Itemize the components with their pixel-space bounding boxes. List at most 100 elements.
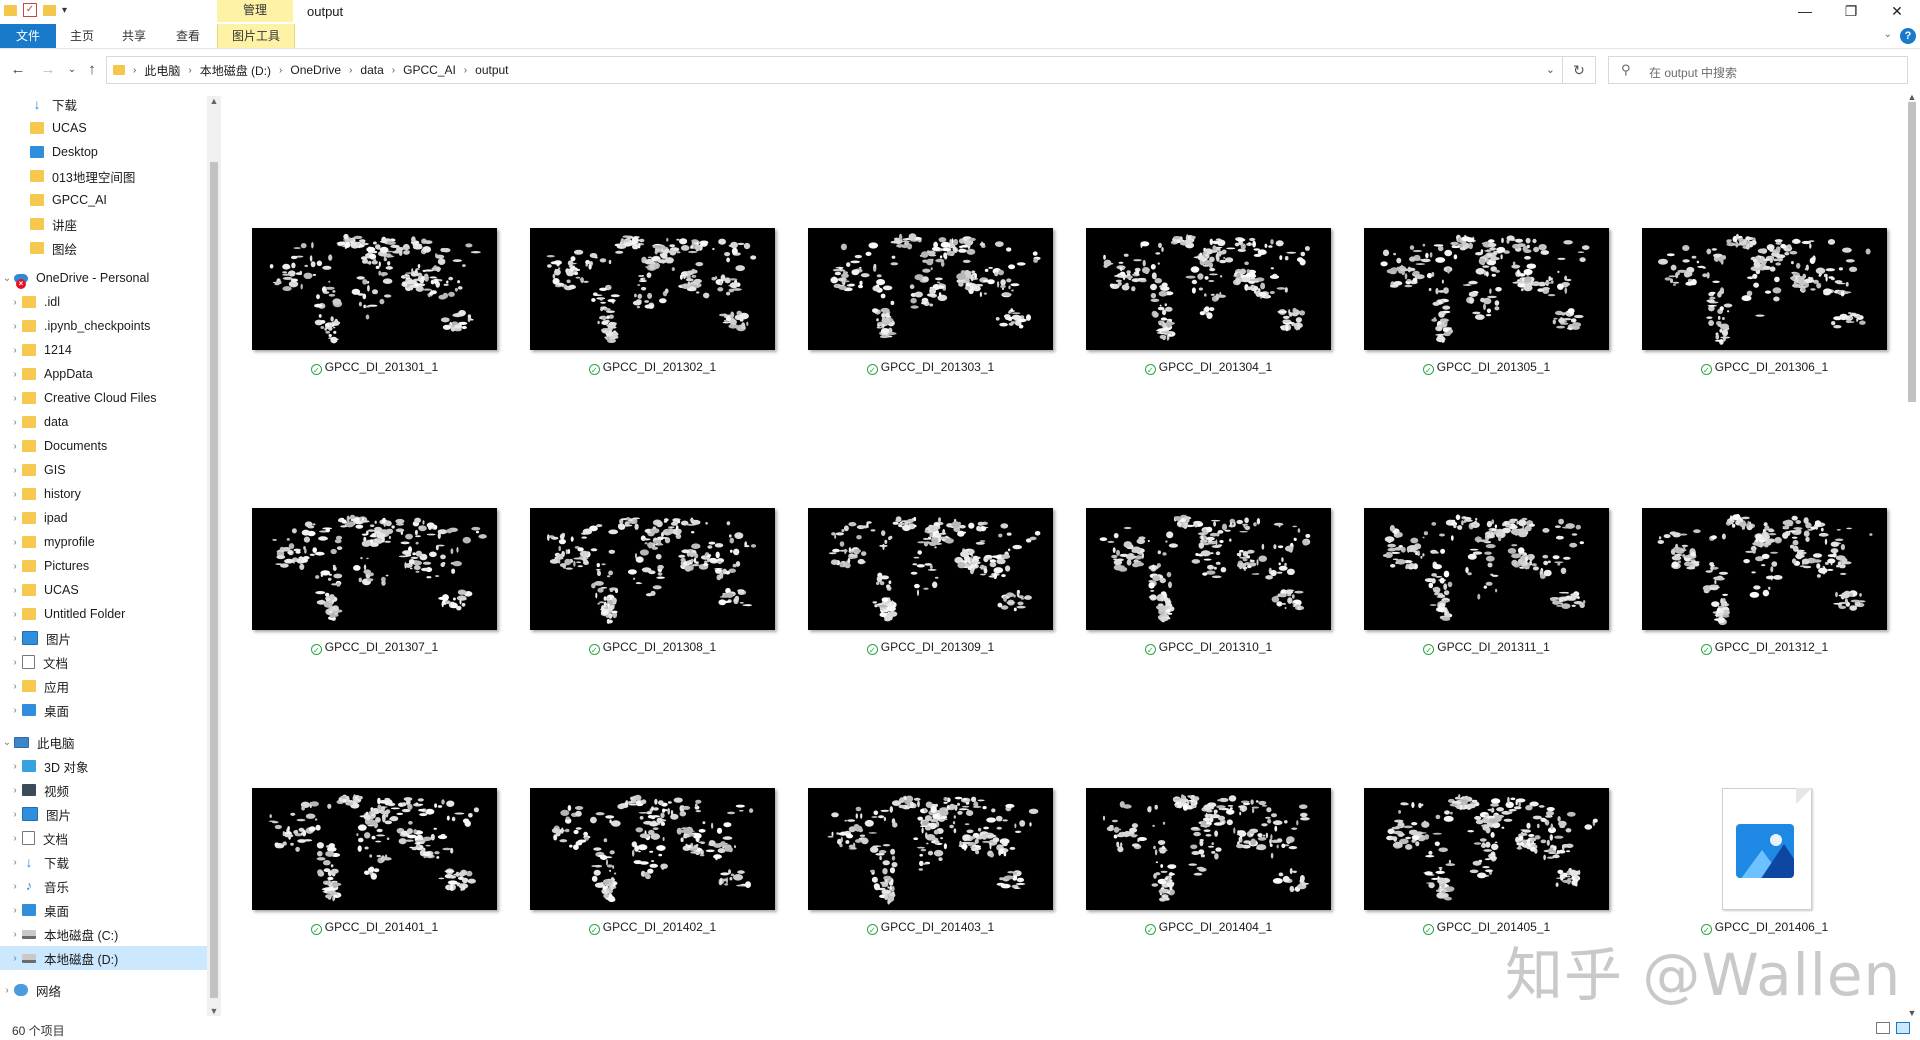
chevron-right-icon[interactable]: › [8, 681, 22, 692]
chevron-right-icon[interactable]: › [390, 65, 397, 76]
minimize-button[interactable]: — [1782, 0, 1828, 24]
content-scrollbar[interactable]: ▲ ▼ [1904, 92, 1920, 1018]
chevron-right-icon[interactable]: › [8, 585, 22, 596]
file-item[interactable]: ✓ GPCC_DI_201312_1 [1642, 508, 1892, 658]
nav-item-quick-2[interactable]: Desktop📌 [0, 140, 222, 164]
nav-pane-scrollbar[interactable]: ▲ ▼ [207, 96, 221, 1016]
nav-item-pc-6[interactable]: › 桌面 [0, 898, 216, 922]
breadcrumb-gpcc-ai[interactable]: GPCC_AI [397, 63, 462, 77]
scroll-up-icon[interactable]: ▲ [207, 96, 221, 106]
scroll-up-icon[interactable]: ▲ [1904, 92, 1920, 102]
nav-item-quick-4[interactable]: GPCC_AI [0, 188, 222, 212]
chevron-right-icon[interactable]: › [8, 857, 22, 868]
details-view-icon[interactable] [1876, 1022, 1890, 1034]
forward-button[interactable]: → [38, 60, 58, 80]
chevron-right-icon[interactable]: › [8, 905, 22, 916]
chevron-right-icon[interactable]: › [8, 345, 22, 356]
nav-item-quick-1[interactable]: UCAS📌 [0, 116, 222, 140]
file-item[interactable]: ✓ GPCC_DI_201304_1 [1086, 228, 1336, 378]
chevron-right-icon[interactable]: › [8, 321, 22, 332]
nav-item-pc-0[interactable]: › 3D 对象 [0, 754, 216, 778]
chevron-right-icon[interactable]: › [347, 65, 354, 76]
nav-item-pc-2[interactable]: › 图片 [0, 802, 216, 826]
nav-item-pc-4[interactable]: › ↓ 下载 [0, 850, 216, 874]
new-folder-icon[interactable] [43, 4, 56, 16]
file-item[interactable]: ✓ GPCC_DI_201303_1 [808, 228, 1058, 378]
nav-item-onedrive-8[interactable]: › history [0, 482, 216, 506]
chevron-right-icon[interactable]: › [8, 953, 22, 964]
nav-item-onedrive-6[interactable]: › Documents [0, 434, 216, 458]
nav-item-quick-0[interactable]: ↓下载📌 [0, 92, 222, 116]
nav-item-onedrive-7[interactable]: › GIS [0, 458, 216, 482]
nav-item-onedrive-15[interactable]: › 文档 [0, 650, 216, 674]
chevron-right-icon[interactable]: › [0, 985, 14, 996]
nav-item-onedrive-3[interactable]: › AppData [0, 362, 216, 386]
nav-item-onedrive-14[interactable]: › 图片 [0, 626, 216, 650]
file-item[interactable]: ✓ GPCC_DI_201405_1 [1364, 788, 1614, 938]
chevron-right-icon[interactable]: › [8, 761, 22, 772]
nav-item-onedrive-12[interactable]: › UCAS [0, 578, 216, 602]
up-button[interactable]: ↑ [82, 60, 102, 80]
file-item[interactable]: ✓ GPCC_DI_201402_1 [530, 788, 780, 938]
scroll-thumb[interactable] [210, 162, 218, 998]
chevron-down-icon[interactable]: ⌄ [0, 737, 14, 748]
refresh-button[interactable]: ↻ [1562, 57, 1595, 83]
maximize-button[interactable]: ❐ [1828, 0, 1874, 24]
file-item[interactable]: ✓ GPCC_DI_201302_1 [530, 228, 780, 378]
nav-item-onedrive-4[interactable]: › Creative Cloud Files [0, 386, 216, 410]
nav-item-network[interactable]: › 网络 [0, 978, 208, 1002]
breadcrumb-data[interactable]: data [354, 63, 389, 77]
nav-item-onedrive-13[interactable]: › Untitled Folder [0, 602, 216, 626]
nav-item-this-pc[interactable]: ⌄ 此电脑 [0, 730, 208, 754]
chevron-right-icon[interactable]: › [8, 417, 22, 428]
back-button[interactable]: ← [8, 60, 28, 80]
file-item[interactable]: ✓ GPCC_DI_201401_1 [252, 788, 502, 938]
file-item[interactable]: ✓ GPCC_DI_201307_1 [252, 508, 502, 658]
address-bar[interactable]: › 此电脑 › 本地磁盘 (D:) › OneDrive › data › GP… [106, 56, 1596, 84]
nav-item-pc-1[interactable]: › 视频 [0, 778, 216, 802]
file-item[interactable]: ✓ GPCC_DI_201403_1 [808, 788, 1058, 938]
chevron-right-icon[interactable]: › [8, 489, 22, 500]
chevron-right-icon[interactable]: › [462, 65, 469, 76]
breadcrumb-drive-d[interactable]: 本地磁盘 (D:) [194, 62, 277, 79]
chevron-right-icon[interactable]: › [277, 65, 284, 76]
chevron-right-icon[interactable]: › [8, 369, 22, 380]
chevron-down-icon[interactable]: ⌄ [0, 273, 14, 284]
properties-icon[interactable]: ✓ [23, 3, 37, 17]
nav-item-onedrive-1[interactable]: › .ipynb_checkpoints [0, 314, 216, 338]
chevron-right-icon[interactable]: › [8, 297, 22, 308]
chevron-right-icon[interactable]: › [8, 513, 22, 524]
nav-item-pc-8[interactable]: › 本地磁盘 (D:) [0, 946, 216, 970]
tab-home[interactable]: 主页 [60, 24, 104, 48]
nav-item-onedrive-11[interactable]: › Pictures [0, 554, 216, 578]
chevron-right-icon[interactable]: › [8, 705, 22, 716]
nav-item-quick-5[interactable]: 讲座 [0, 212, 222, 236]
file-item[interactable]: ✓ GPCC_DI_201404_1 [1086, 788, 1336, 938]
chevron-right-icon[interactable]: › [131, 65, 138, 76]
nav-item-pc-3[interactable]: › 文档 [0, 826, 216, 850]
chevron-right-icon[interactable]: › [8, 809, 22, 820]
nav-item-pc-7[interactable]: › 本地磁盘 (C:) [0, 922, 216, 946]
chevron-right-icon[interactable]: › [8, 393, 22, 404]
breadcrumb-onedrive[interactable]: OneDrive [284, 63, 347, 77]
tab-file[interactable]: 文件 [0, 24, 56, 48]
breadcrumb-this-pc[interactable]: 此电脑 [138, 62, 186, 79]
file-item[interactable]: ✓ GPCC_DI_201305_1 [1364, 228, 1614, 378]
tab-view[interactable]: 查看 [164, 24, 212, 48]
scroll-thumb[interactable] [1908, 102, 1916, 402]
tab-picture-tools[interactable]: 图片工具 [217, 24, 295, 48]
file-item[interactable]: ✓ GPCC_DI_201309_1 [808, 508, 1058, 658]
chevron-right-icon[interactable]: › [8, 881, 22, 892]
tab-share[interactable]: 共享 [112, 24, 156, 48]
large-icons-view-icon[interactable] [1896, 1022, 1910, 1034]
expand-ribbon-icon[interactable]: ⌄ [1884, 29, 1892, 40]
chevron-right-icon[interactable]: › [8, 833, 22, 844]
nav-item-onedrive-10[interactable]: › myprofile [0, 530, 216, 554]
chevron-right-icon[interactable]: › [8, 609, 22, 620]
file-item[interactable]: ✓ GPCC_DI_201310_1 [1086, 508, 1336, 658]
file-item[interactable]: ✓ GPCC_DI_201308_1 [530, 508, 780, 658]
nav-item-onedrive[interactable]: ⌄ OneDrive - Personal × [0, 266, 208, 290]
file-item[interactable]: ✓ GPCC_DI_201306_1 [1642, 228, 1892, 378]
nav-item-onedrive-0[interactable]: › .idl [0, 290, 216, 314]
nav-item-quick-6[interactable]: 图绘 [0, 236, 222, 260]
